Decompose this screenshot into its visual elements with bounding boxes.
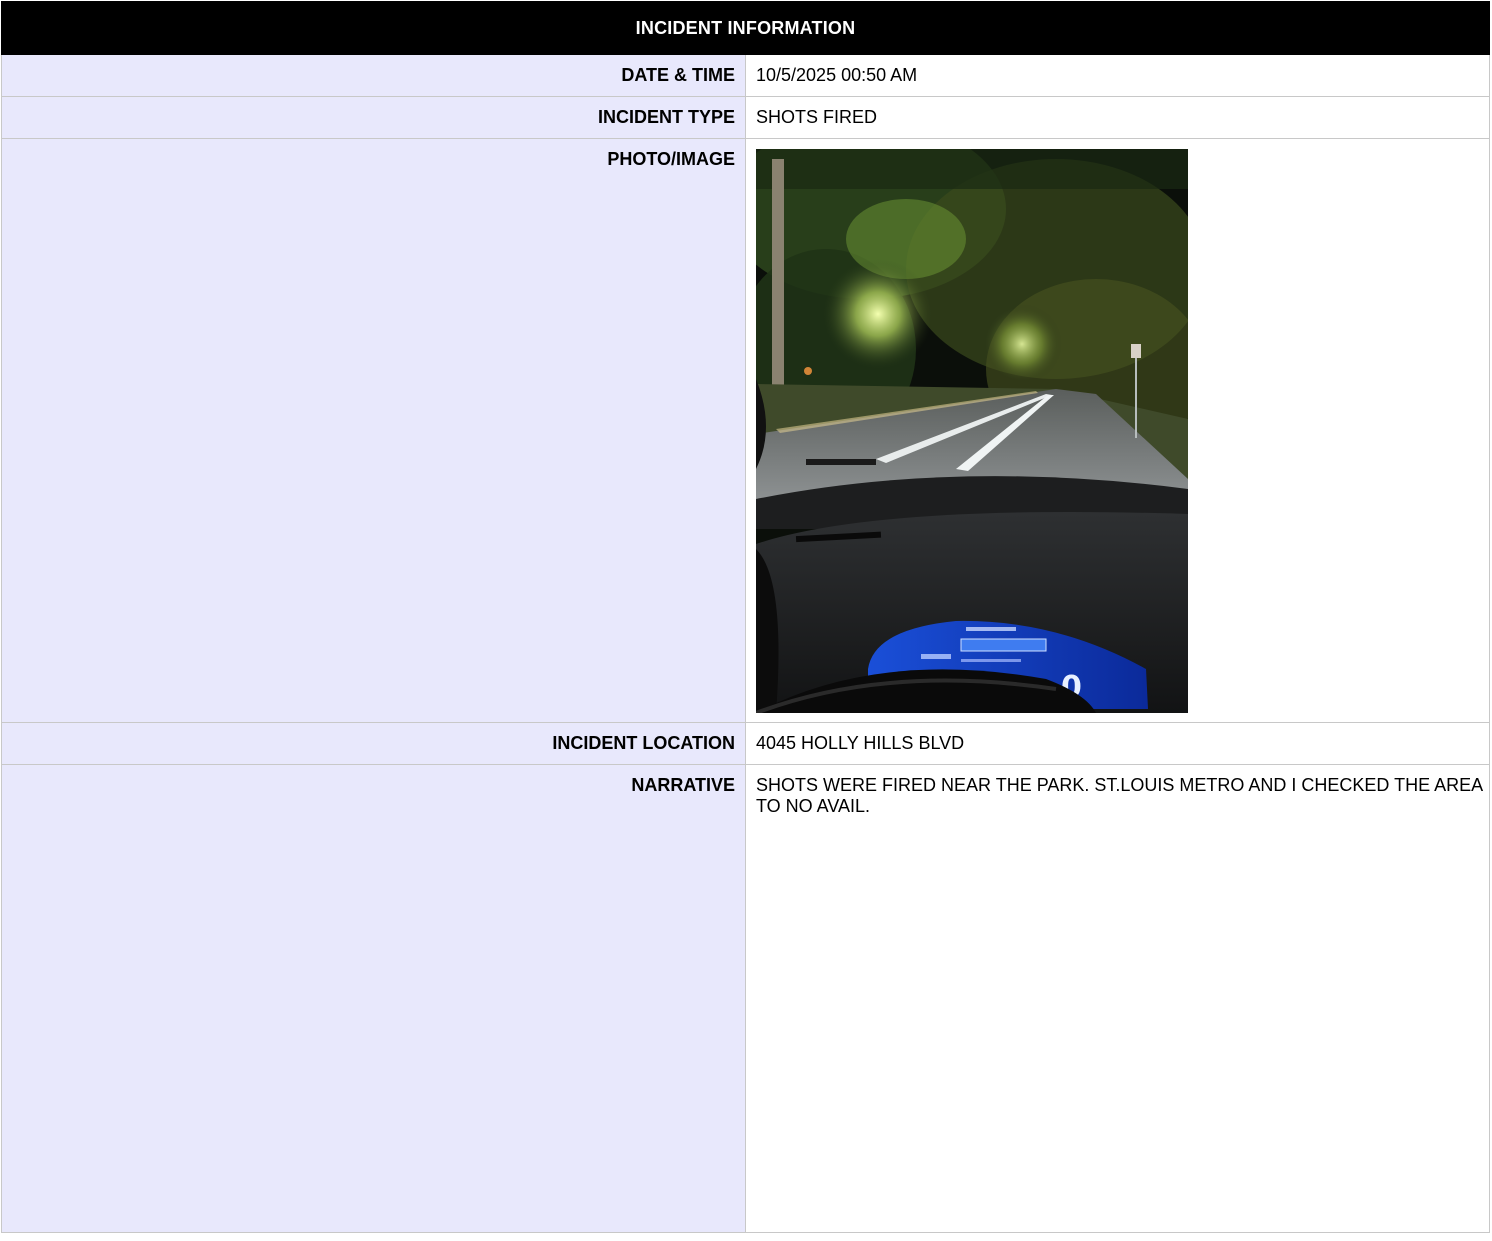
narrative-label: NARRATIVE (1, 764, 746, 1233)
night-road-dashcam-photo: 0 (756, 149, 1188, 713)
narrative-value: SHOTS WERE FIRED NEAR THE PARK. ST.LOUIS… (745, 764, 1490, 1233)
photo-cell: 0 (745, 138, 1490, 723)
incident-location-label: INCIDENT LOCATION (1, 722, 746, 765)
date-time-label: DATE & TIME (1, 54, 746, 97)
incident-photo: 0 (756, 149, 1188, 713)
row-narrative: NARRATIVE SHOTS WERE FIRED NEAR THE PARK… (1, 764, 1490, 1233)
row-date-time: DATE & TIME 10/5/2025 00:50 AM (1, 54, 1490, 97)
row-incident-type: INCIDENT TYPE SHOTS FIRED (1, 96, 1490, 139)
row-incident-location: INCIDENT LOCATION 4045 HOLLY HILLS BLVD (1, 722, 1490, 765)
incident-type-label: INCIDENT TYPE (1, 96, 746, 139)
incident-location-value: 4045 HOLLY HILLS BLVD (745, 722, 1490, 765)
date-time-value: 10/5/2025 00:50 AM (745, 54, 1490, 97)
incident-information-table: INCIDENT INFORMATION DATE & TIME 10/5/20… (1, 1, 1490, 1233)
incident-type-value: SHOTS FIRED (745, 96, 1490, 139)
row-photo: PHOTO/IMAGE 0 (1, 138, 1490, 723)
section-header: INCIDENT INFORMATION (1, 1, 1490, 55)
photo-label: PHOTO/IMAGE (1, 138, 746, 723)
